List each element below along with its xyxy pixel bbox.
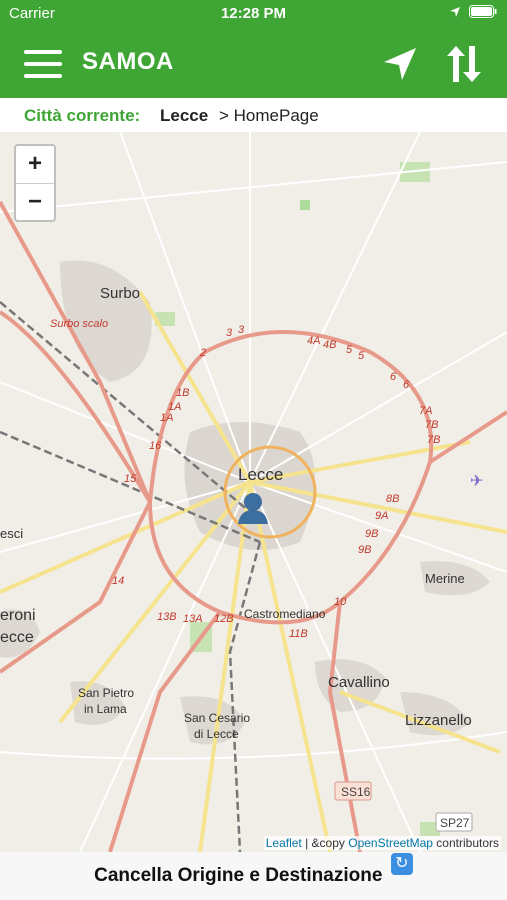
road-label: 5 [358, 350, 365, 362]
road-label: 10 [334, 596, 347, 608]
road-label: 1A [160, 412, 173, 424]
road-label: 6 [403, 379, 410, 391]
road-label: 9A [375, 510, 388, 522]
status-icons [449, 5, 497, 18]
map[interactable]: Surbo Surbo scalo Lecce esci eroni ecce … [0, 132, 507, 852]
road-label: 1B [176, 387, 189, 399]
road-shield-ss16: SS16 [341, 785, 371, 799]
current-city: Lecce [160, 106, 209, 125]
hamburger-icon-line [24, 74, 62, 78]
swap-icon [447, 46, 481, 82]
osm-link[interactable]: OpenStreetMap [348, 836, 433, 850]
town-di-lecce: di Lecce [194, 727, 239, 741]
road-label: 4A [307, 335, 320, 347]
road-label: 3 [226, 327, 233, 339]
zoom-control: + − [14, 144, 56, 222]
menu-button[interactable] [24, 50, 62, 78]
road-label: 3 [238, 324, 245, 336]
clock: 12:28 PM [220, 5, 287, 22]
town-merine: Merine [425, 571, 465, 586]
battery-icon [469, 5, 497, 18]
clear-label: Cancella Origine e Destinazione [94, 865, 383, 886]
town-eroni: eroni [0, 607, 36, 624]
road-label: 9B [365, 528, 378, 540]
town-esci: esci [0, 526, 23, 541]
attribution-sep: | &copy [301, 836, 349, 850]
road-label: 12B [214, 613, 234, 625]
zoom-out-button[interactable]: − [16, 184, 54, 221]
road-label: 7B [425, 419, 438, 431]
town-ecce: ecce [0, 629, 34, 646]
airport-icon: ✈ [470, 473, 483, 490]
road-label: 9B [358, 544, 371, 556]
locate-button[interactable] [380, 44, 420, 84]
road-label: 7B [427, 434, 440, 446]
map-attribution: Leaflet | &copy OpenStreetMap contributo… [263, 836, 501, 850]
road-label: 16 [149, 440, 162, 452]
leaflet-link[interactable]: Leaflet [266, 836, 302, 850]
town-in-lama: in Lama [84, 702, 127, 716]
town-lecce: Lecce [238, 465, 283, 484]
app-bar: SAMOA [0, 28, 507, 98]
zoom-in-button[interactable]: + [16, 146, 54, 184]
road-label: 13A [183, 613, 203, 625]
status-bar: Carrier 12:28 PM [0, 0, 507, 28]
refresh-icon: ↻ [390, 852, 413, 875]
town-castromediano: Castromediano [244, 607, 326, 621]
current-city-label: Città corrente: [24, 106, 141, 125]
road-label: 15 [124, 473, 137, 485]
swap-direction-button[interactable] [444, 42, 484, 86]
road-label: 4B [323, 339, 336, 351]
breadcrumb: Città corrente: Lecce > HomePage [0, 98, 507, 132]
road-shield-sp27: SP27 [440, 816, 470, 830]
current-page: > HomePage [219, 106, 319, 125]
road-label: 13B [157, 611, 177, 623]
road-label: 8B [386, 493, 399, 505]
attribution-contributors: contributors [432, 836, 499, 850]
app-title: SAMOA [82, 48, 174, 75]
town-san-pietro: San Pietro [78, 686, 134, 700]
map-tiles: Surbo Surbo scalo Lecce esci eroni ecce … [0, 132, 507, 852]
road-label: 7A [419, 405, 432, 417]
road-label: 5 [346, 344, 353, 356]
hamburger-icon-line [24, 62, 62, 66]
navigation-icon [384, 48, 416, 80]
location-arrow-icon [450, 6, 460, 17]
hamburger-icon [24, 50, 62, 54]
town-surbo-scalo: Surbo scalo [50, 318, 108, 330]
clear-origin-destination-button[interactable]: Cancella Origine e Destinazione ↻ [0, 852, 507, 900]
road-label: 14 [112, 575, 124, 587]
road-label: 11B [289, 628, 308, 640]
road-label: 2 [199, 347, 206, 359]
town-lizzanello: Lizzanello [405, 712, 472, 729]
town-surbo: Surbo [100, 285, 140, 302]
town-cavallino: Cavallino [328, 674, 390, 691]
road-label: 6 [390, 371, 397, 383]
town-san-cesario: San Cesario [184, 711, 250, 725]
